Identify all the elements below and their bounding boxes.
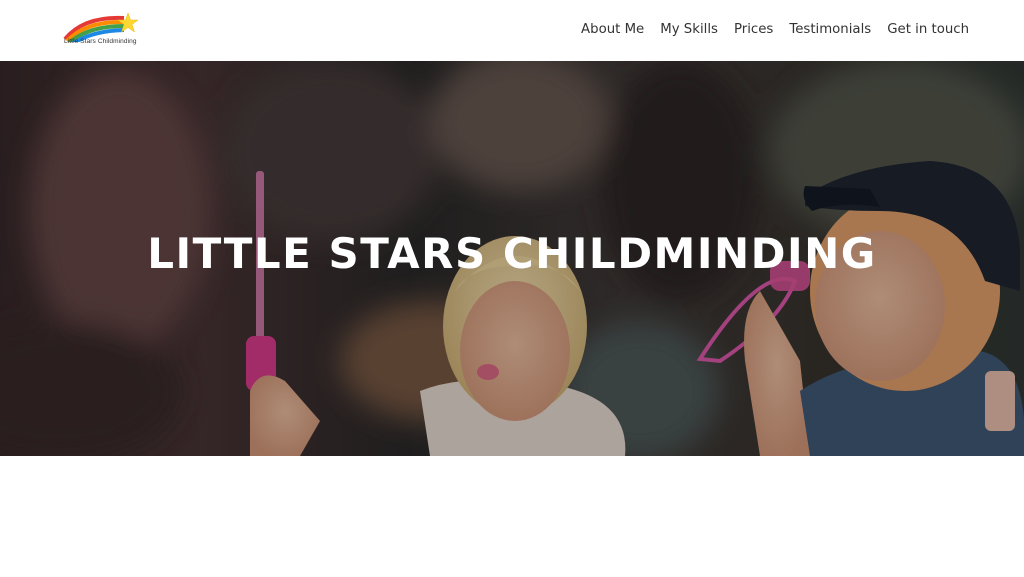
- site-header: Little Stars Childminding About Me My Sk…: [0, 0, 1024, 61]
- nav-get-in-touch[interactable]: Get in touch: [887, 22, 969, 37]
- hero-banner: LITTLE STARS CHILDMINDING: [0, 61, 1024, 456]
- main-nav: About Me My Skills Prices Testimonials G…: [581, 22, 969, 37]
- nav-my-skills[interactable]: My Skills: [660, 22, 718, 37]
- content-area: [0, 456, 1024, 577]
- nav-prices[interactable]: Prices: [734, 22, 773, 37]
- site-logo[interactable]: Little Stars Childminding: [62, 12, 142, 48]
- hero-title: LITTLE STARS CHILDMINDING: [147, 229, 877, 278]
- logo-text: Little Stars Childminding: [64, 38, 137, 45]
- nav-testimonials[interactable]: Testimonials: [789, 22, 871, 37]
- nav-about-me[interactable]: About Me: [581, 22, 644, 37]
